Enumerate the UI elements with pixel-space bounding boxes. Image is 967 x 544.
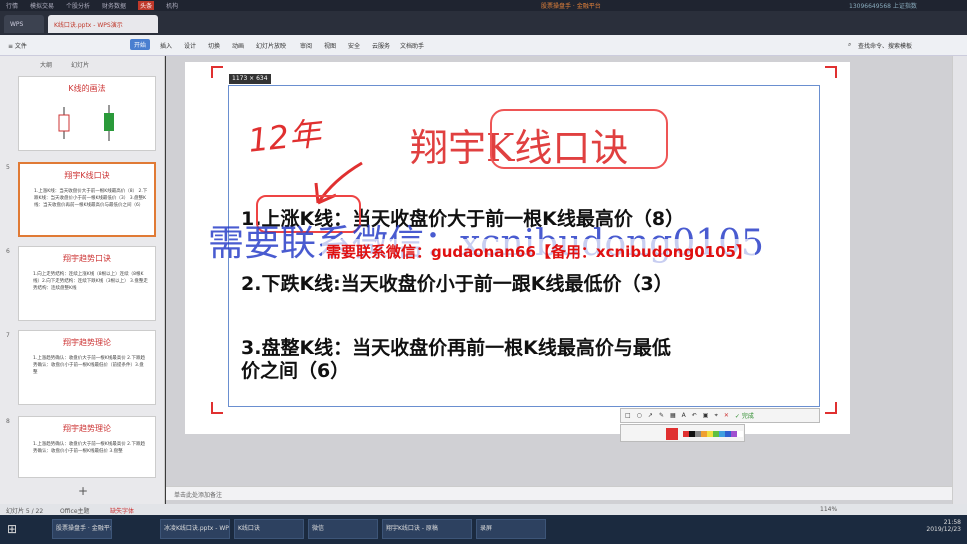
tab-document[interactable]: K线口诀.pptx - WPS演示 <box>48 15 158 33</box>
ribbon-tab[interactable]: 审阅 <box>300 41 312 50</box>
tab-bar: WPS K线口诀.pptx - WPS演示 <box>0 11 967 35</box>
arrow-icon[interactable]: ↗ <box>648 412 653 419</box>
ellipse-icon[interactable]: ○ <box>637 412 642 419</box>
slide-number: 6 <box>6 248 10 255</box>
taskbar-item[interactable]: 翔宇K线口诀 - 原稿 <box>382 519 472 539</box>
slide-line-2: 2.下跌K线:当天收盘价小于前一跟K线最低价（3） <box>241 273 673 295</box>
crop-corner[interactable] <box>211 402 223 414</box>
menu-item[interactable]: 财务数据 <box>102 1 126 10</box>
zoom-level[interactable]: 114% <box>820 506 837 513</box>
file-menu[interactable]: ≡ 文件 <box>8 41 27 50</box>
slide-thumb-title: 翔宇趋势口诀 <box>63 254 111 263</box>
slide-thumbnails-panel: 大纲 幻灯片 K线的画法 5 翔宇K线口诀 1.上涨K线：当天收盘价大于前一根K… <box>0 56 165 504</box>
ribbon: ≡ 文件 开始 插入 设计 切换 动画 幻灯片放映 审阅 视图 安全 云服务 文… <box>0 35 967 56</box>
slide-thumbnail-selected[interactable]: 翔宇K线口诀 1.上涨K线：当天收盘价大于前一根K线最高价（8） 2.下跌K线：… <box>18 162 156 237</box>
ribbon-tab[interactable]: 视图 <box>324 41 336 50</box>
crop-corner[interactable] <box>825 66 837 78</box>
account-info: 13096649568 上证指数 <box>849 3 917 10</box>
ribbon-tab[interactable]: 设计 <box>184 41 196 50</box>
menu-item[interactable]: 个股分析 <box>66 1 90 10</box>
title-highlight-ring <box>490 109 668 169</box>
save-icon[interactable]: ▣ <box>703 412 709 419</box>
status-bar: 幻灯片 5 / 22 Office主题 缺失字体 114% <box>0 504 967 515</box>
snip-toolbar: □ ○ ↗ ✎ ▦ A ↶ ▣ ⌖ ✕ ✓ 完成 <box>620 408 820 423</box>
slide-thumb-text: 1.上涨趋势确认：收盘价大于前一根K线最高价 2.下跌趋势确认：收盘价小于前一根… <box>33 442 145 454</box>
slide-thumb-title: 翔宇K线口诀 <box>64 171 110 180</box>
handwritten-annotation: 12年 <box>246 114 323 160</box>
menu-item[interactable]: 模拟交易 <box>30 1 54 10</box>
slide-number: 7 <box>6 332 10 339</box>
pin-icon[interactable]: ⌖ <box>714 412 717 420</box>
current-color-swatch[interactable] <box>666 428 678 440</box>
crop-corner[interactable] <box>211 66 223 78</box>
slide-number: 8 <box>6 418 10 425</box>
add-slide-button[interactable]: + <box>78 484 88 498</box>
vertical-scrollbar[interactable] <box>952 56 967 504</box>
done-button[interactable]: ✓ 完成 <box>735 411 754 420</box>
ribbon-tab[interactable]: 插入 <box>160 41 172 50</box>
taskbar-item[interactable]: K线口诀 <box>234 519 304 539</box>
slide-thumbnail[interactable]: 翔宇趋势理论 1.上涨趋势确认：收盘价大于前一根K线最高价 2.下跌趋势确认：收… <box>18 330 156 405</box>
slide-thumb-text: 1.上涨趋势确认：收盘价大于前一根K线最高价 2.下跌趋势确认：收盘价小于前一根… <box>33 356 145 375</box>
pen-icon[interactable]: ✎ <box>659 412 664 419</box>
undo-icon[interactable]: ↶ <box>692 412 697 419</box>
text-icon[interactable]: A <box>682 412 686 419</box>
color-swatch[interactable] <box>737 431 743 437</box>
menu-item-active[interactable]: 头条 <box>138 1 155 10</box>
menu-item[interactable]: 机构 <box>166 1 178 10</box>
window-title: 股票操盘手 · 金融平台 <box>541 3 601 10</box>
ribbon-tab[interactable]: 云服务 <box>372 41 390 50</box>
color-palette <box>620 424 745 442</box>
slide-thumbnail[interactable]: 翔宇趋势理论 1.上涨趋势确认：收盘价大于前一根K线最高价 2.下跌趋势确认：收… <box>18 416 156 478</box>
slide-line-3-cont: 价之间（6） <box>241 360 350 382</box>
system-clock[interactable]: 21:58 2019/12/23 <box>926 519 961 533</box>
slide-thumb-title: 翔宇趋势理论 <box>63 338 111 347</box>
clock-date: 2019/12/23 <box>926 526 961 533</box>
top-menubar: 行情 模拟交易 个股分析 财务数据 头条 机构 股票操盘手 · 金融平台 130… <box>0 0 967 11</box>
slide-thumbnail[interactable]: 翔宇趋势口诀 1.向上走势结构：连续上涨K线（8根以上）连续（8根K线）2.向下… <box>18 246 156 321</box>
tab-outline[interactable]: 大纲 <box>40 62 52 69</box>
slide-thumb-title: 翔宇趋势理论 <box>63 424 111 433</box>
mosaic-icon[interactable]: ▦ <box>670 412 676 419</box>
missing-font-warning[interactable]: 缺失字体 <box>110 506 134 515</box>
slide-thumb-text: 1.上涨K线：当天收盘价大于前一根K线最高价（8） 2.下跌K线：当天收盘价小于… <box>34 189 148 208</box>
slide-counter: 幻灯片 5 / 22 <box>6 508 44 515</box>
candlestick-illustration <box>58 105 114 141</box>
panel-tabs: 大纲 幻灯片 <box>40 60 89 69</box>
notes-pane[interactable]: 单击此处添加备注 <box>166 486 952 500</box>
slide-thumb-text: 1.向上走势结构：连续上涨K线（8根以上）连续（8根K线）2.向下走势结构：连续… <box>33 272 148 291</box>
cancel-button[interactable]: ✕ <box>724 412 729 419</box>
theme-name: Office主题 <box>60 508 90 515</box>
taskbar-item[interactable]: 股票操盘手 · 金融平台 <box>52 519 112 539</box>
taskbar-item[interactable]: 微信 <box>308 519 378 539</box>
slide-number: 5 <box>6 164 10 171</box>
tab-wps[interactable]: WPS <box>4 15 44 33</box>
taskbar-item[interactable]: 冰凌K线口诀.pptx - WPS <box>160 519 230 539</box>
selection-size-badge: 1173 × 634 <box>229 74 271 84</box>
ribbon-tab[interactable]: 安全 <box>348 41 360 50</box>
ribbon-tab[interactable]: 切换 <box>208 41 220 50</box>
ribbon-tab[interactable]: 幻灯片放映 <box>256 41 286 50</box>
ribbon-tab[interactable]: 动画 <box>232 41 244 50</box>
watermark-red: 需要联系微信：gudaonan66【备用：xcnibudong0105】 <box>322 239 755 267</box>
ribbon-tab[interactable]: 文档助手 <box>400 41 424 50</box>
search-icon[interactable]: ⌕ <box>848 41 851 49</box>
clock-time: 21:58 <box>943 519 961 526</box>
windows-taskbar: ⊞ 股票操盘手 · 金融平台 冰凌K线口诀.pptx - WPS K线口诀 微信… <box>0 515 967 544</box>
ribbon-tab-start[interactable]: 开始 <box>130 39 151 50</box>
tab-slides[interactable]: 幻灯片 <box>71 62 89 69</box>
taskbar-item[interactable]: 录屏 <box>476 519 546 539</box>
rectangle-icon[interactable]: □ <box>625 412 631 419</box>
slide-thumbnail[interactable]: K线的画法 <box>18 76 156 151</box>
start-button[interactable]: ⊞ <box>4 519 26 539</box>
crop-corner[interactable] <box>825 402 837 414</box>
menu-item[interactable]: 行情 <box>6 1 18 10</box>
command-search[interactable]: 查找命令、搜索模板 <box>858 41 912 50</box>
